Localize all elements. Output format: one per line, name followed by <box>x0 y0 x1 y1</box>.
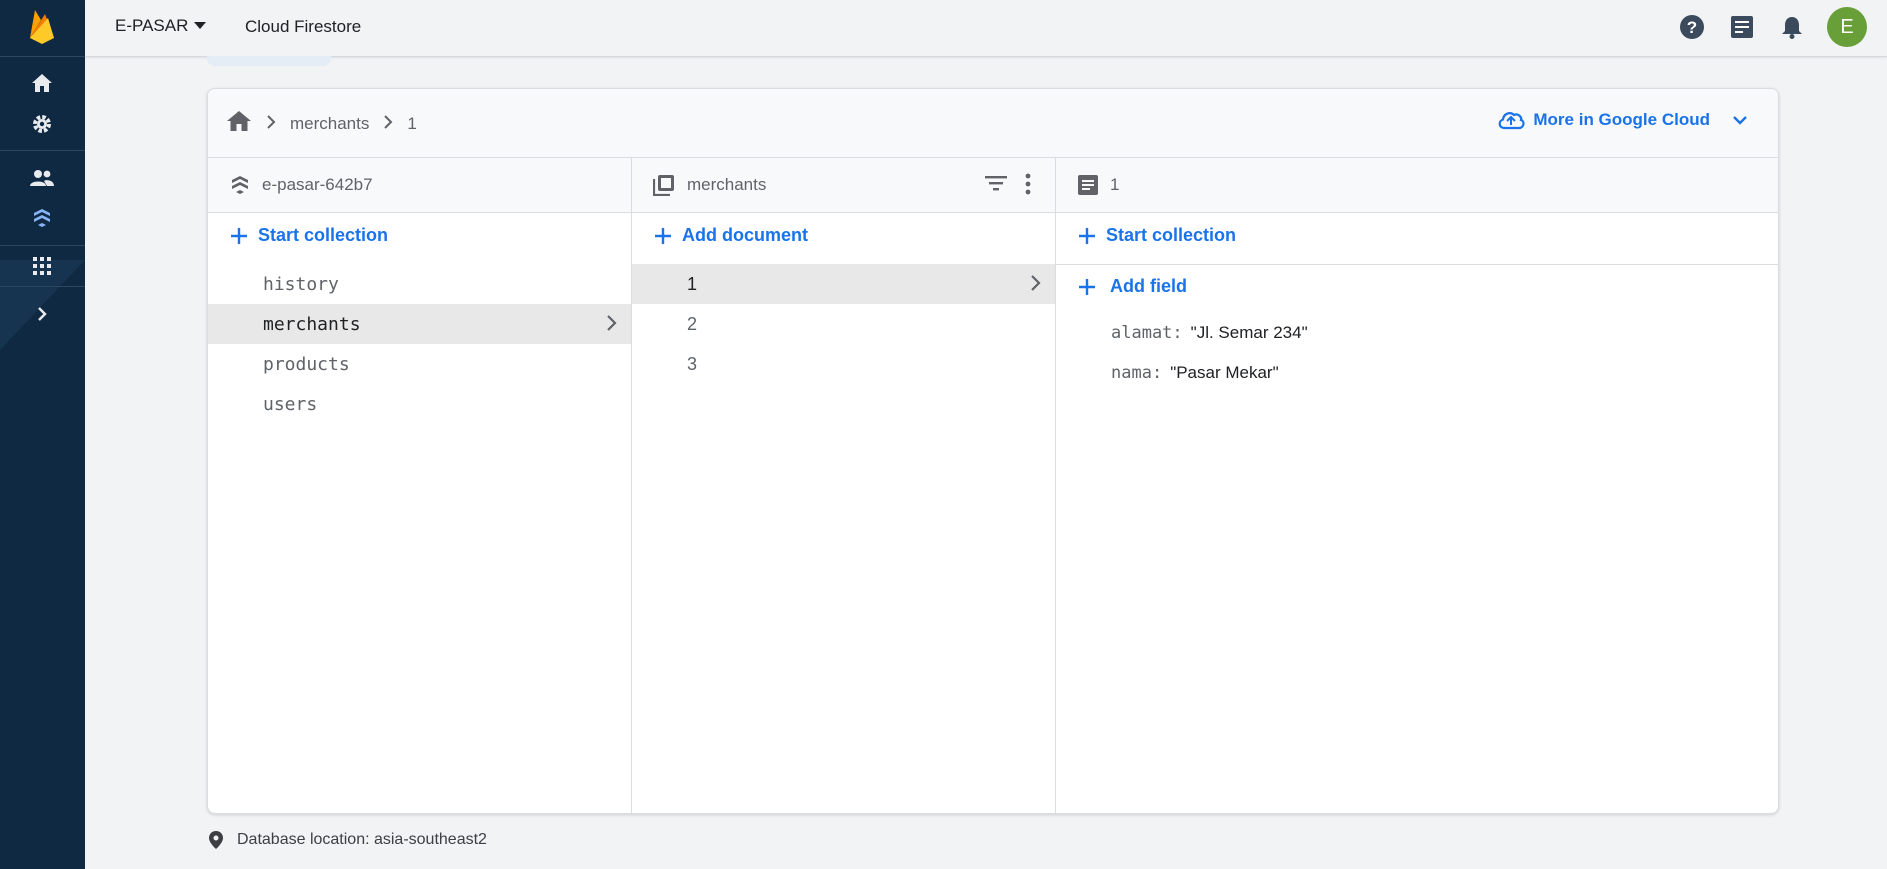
add-document-button[interactable]: Add document <box>654 225 808 246</box>
document-id: 2 <box>687 313 698 334</box>
column-header: 1 <box>1056 158 1778 213</box>
chevron-down-icon <box>1733 116 1747 125</box>
document-id: 1 <box>687 273 698 294</box>
start-collection-label: Start collection <box>258 225 389 245</box>
left-nav-rail <box>0 0 85 869</box>
collection-title: merchants <box>687 175 767 194</box>
column-header: e-pasar-642b7 <box>208 158 631 213</box>
database-location-footer: Database location: asia-southeast2 <box>209 831 487 849</box>
document-fields-column: 1 Start collection Add field alamat: "Jl… <box>1056 158 1778 813</box>
more-vert-icon[interactable] <box>1025 173 1031 195</box>
breadcrumb: merchants 1 <box>226 110 417 137</box>
plus-icon <box>655 227 671 244</box>
collection-item-users[interactable]: users <box>208 384 631 424</box>
breadcrumb-collection[interactable]: merchants <box>290 114 369 134</box>
chevron-right-icon <box>605 314 617 337</box>
document-icon <box>1078 175 1098 195</box>
add-field-label: Add field <box>1110 276 1187 296</box>
scroll-indicator <box>207 56 331 66</box>
document-item-3[interactable]: 3 <box>632 344 1055 384</box>
collection-name: users <box>263 393 318 415</box>
start-collection-label: Start collection <box>1106 225 1237 245</box>
top-app-bar: E-PASAR Cloud Firestore ? E <box>85 0 1887 57</box>
rail-divider <box>0 150 85 151</box>
all-products-grid-icon[interactable] <box>28 252 56 280</box>
home-icon[interactable] <box>28 69 56 97</box>
collection-name: history <box>263 273 339 295</box>
plus-icon <box>1079 227 1095 244</box>
add-document-label: Add document <box>682 225 808 245</box>
field-key: alamat: <box>1111 323 1183 343</box>
database-location-text: Database location: asia-southeast2 <box>237 831 487 848</box>
field-value: "Jl. Semar 234" <box>1190 323 1308 342</box>
collection-icon <box>653 174 675 196</box>
product-title[interactable]: Cloud Firestore <box>245 17 361 37</box>
collection-name: merchants <box>263 313 361 335</box>
root-collections-column: e-pasar-642b7 Start collection history m… <box>208 158 632 813</box>
database-id: e-pasar-642b7 <box>262 175 373 194</box>
plus-icon <box>1079 278 1095 295</box>
start-collection-button[interactable]: Start collection <box>230 225 388 246</box>
rail-divider <box>0 56 85 57</box>
svg-text:?: ? <box>1687 18 1697 37</box>
breadcrumb-bar: merchants 1 More in Google Cloud <box>208 89 1778 158</box>
plus-icon <box>231 227 247 244</box>
chevron-right-icon <box>1029 274 1041 297</box>
rail-divider <box>0 286 85 287</box>
breadcrumb-chevron-icon <box>383 114 393 134</box>
firestore-database-icon[interactable] <box>28 204 56 232</box>
section-divider <box>1056 264 1778 265</box>
field-row-nama[interactable]: nama: "Pasar Mekar" <box>1111 363 1279 383</box>
document-title: 1 <box>1110 175 1120 194</box>
project-selector[interactable]: E-PASAR <box>115 16 207 36</box>
document-item-1[interactable]: 1 <box>632 264 1055 304</box>
more-in-google-cloud-button[interactable]: More in Google Cloud <box>1497 110 1748 130</box>
authentication-users-icon[interactable] <box>28 164 56 192</box>
document-id: 3 <box>687 353 698 374</box>
add-field-button[interactable]: Add field <box>1078 276 1187 297</box>
start-subcollection-button[interactable]: Start collection <box>1078 225 1236 246</box>
field-key: nama: <box>1111 363 1163 383</box>
documents-column: merchants Add document 1 2 3 <box>632 158 1056 813</box>
help-icon[interactable]: ? <box>1677 12 1707 42</box>
document-item-2[interactable]: 2 <box>632 304 1055 344</box>
project-name: E-PASAR <box>115 16 189 35</box>
release-notes-icon[interactable] <box>1727 12 1757 42</box>
location-pin-icon <box>209 831 223 849</box>
collection-item-products[interactable]: products <box>208 344 631 384</box>
expand-rail-chevron-icon[interactable] <box>28 300 56 328</box>
rail-divider <box>0 245 85 246</box>
breadcrumb-document[interactable]: 1 <box>407 114 416 134</box>
column-header: merchants <box>632 158 1055 213</box>
field-value: "Pasar Mekar" <box>1170 363 1279 382</box>
notifications-bell-icon[interactable] <box>1777 12 1807 42</box>
firebase-logo-icon[interactable] <box>26 6 58 46</box>
collection-item-merchants[interactable]: merchants <box>208 304 631 344</box>
field-row-alamat[interactable]: alamat: "Jl. Semar 234" <box>1111 323 1308 343</box>
filter-icon[interactable] <box>985 175 1007 191</box>
cloud-icon <box>1499 112 1525 130</box>
home-icon[interactable] <box>226 110 252 137</box>
database-icon <box>230 174 250 196</box>
firestore-data-panel: merchants 1 More in Google Cloud e-pasar… <box>207 88 1779 814</box>
collection-name: products <box>263 353 350 375</box>
settings-gear-icon[interactable] <box>28 110 56 138</box>
account-avatar[interactable]: E <box>1827 7 1867 47</box>
cloud-button-label: More in Google Cloud <box>1533 110 1710 129</box>
collection-item-history[interactable]: history <box>208 264 631 304</box>
breadcrumb-chevron-icon <box>266 114 276 134</box>
dropdown-caret-icon <box>194 22 207 29</box>
